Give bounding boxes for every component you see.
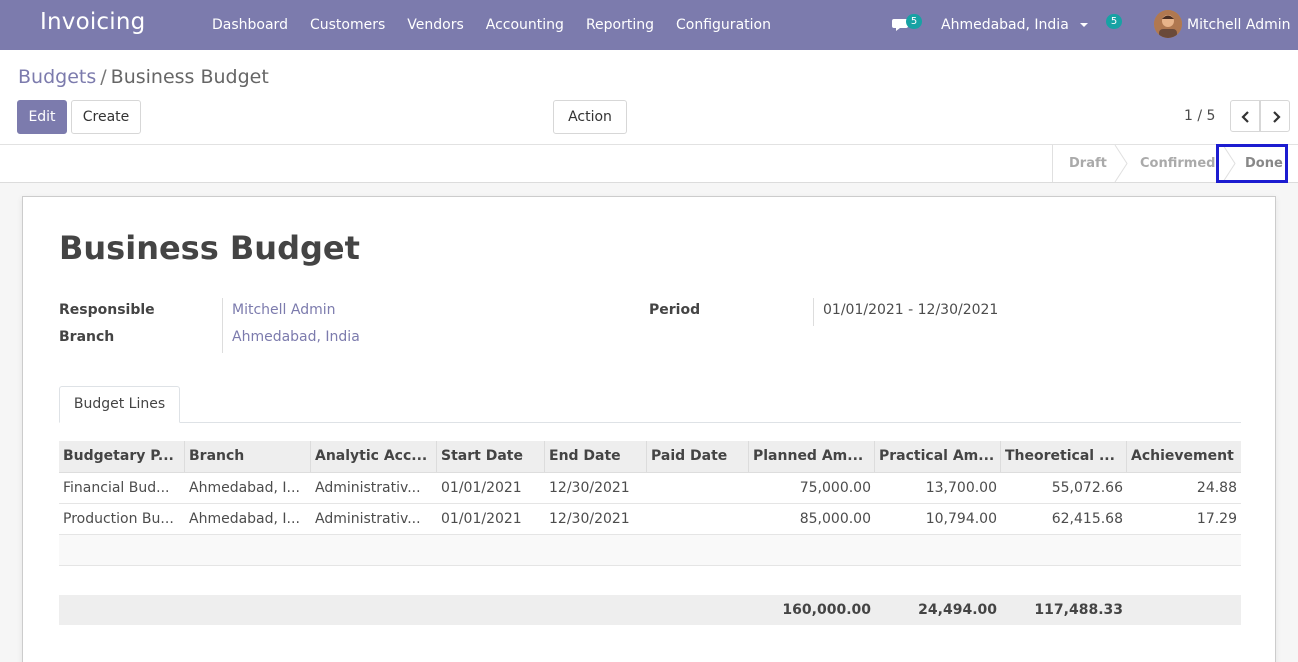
column-header-budgetary-position[interactable]: Budgetary P... — [59, 441, 185, 472]
cell-theoretical-amount: 62,415.68 — [1051, 511, 1123, 527]
stage-divider-icon — [1114, 145, 1128, 182]
status-bar: Draft Confirmed Done — [0, 145, 1298, 183]
app-title[interactable]: Invoicing — [40, 9, 145, 35]
edit-button[interactable]: Edit — [17, 100, 67, 134]
column-header-paid-date[interactable]: Paid Date — [647, 441, 749, 472]
period-label: Period — [649, 302, 701, 318]
table-header: Budgetary P... Branch Analytic Acc... St… — [59, 441, 1241, 473]
breadcrumb: Budgets / Business Budget — [18, 66, 269, 88]
total-practical-amount: 24,494.00 — [918, 602, 997, 618]
notebook-tabs: Budget Lines — [59, 386, 1241, 423]
cell-practical-amount: 10,794.00 — [925, 511, 997, 527]
pager-value[interactable]: 1 / 5 — [1184, 108, 1215, 124]
cell-start-date: 01/01/2021 — [441, 480, 522, 496]
cell-analytic-account: Administrativ... — [315, 511, 421, 527]
branch-label: Branch — [59, 329, 115, 345]
chevron-right-icon — [1273, 111, 1281, 123]
create-button[interactable]: Create — [71, 100, 141, 134]
cell-start-date: 01/01/2021 — [441, 511, 522, 527]
cell-branch: Ahmedabad, I... — [189, 480, 300, 496]
cell-paid-date — [647, 504, 749, 534]
column-header-end-date[interactable]: End Date — [545, 441, 647, 472]
chevron-left-icon — [1241, 111, 1249, 123]
column-header-achievement[interactable]: Achievement — [1127, 441, 1241, 472]
column-header-analytic-account[interactable]: Analytic Acc... — [311, 441, 437, 472]
stage-confirmed[interactable]: Confirmed — [1140, 145, 1215, 182]
breadcrumb-current: Business Budget — [110, 66, 269, 88]
activities-badge[interactable]: 5 — [1106, 14, 1122, 29]
company-switcher[interactable]: Ahmedabad, India — [941, 0, 1069, 50]
avatar[interactable] — [1154, 10, 1182, 38]
cell-achievement: 24.88 — [1196, 480, 1237, 496]
menu-dashboard[interactable]: Dashboard — [201, 0, 299, 50]
menu-reporting[interactable]: Reporting — [575, 0, 665, 50]
cell-budgetary-position: Production Bu... — [63, 511, 174, 527]
period-field: 01/01/2021 - 12/30/2021 — [823, 302, 999, 318]
pager-next-button[interactable] — [1260, 100, 1290, 132]
cell-planned-amount: 85,000.00 — [799, 511, 871, 527]
main-menu: Dashboard Customers Vendors Accounting R… — [201, 0, 782, 50]
column-header-planned-amount[interactable]: Planned Am... — [749, 441, 875, 472]
control-panel: Budgets / Business Budget Edit Create Acti… — [0, 50, 1298, 145]
empty-row — [59, 566, 1241, 597]
menu-customers[interactable]: Customers — [299, 0, 396, 50]
column-header-practical-amount[interactable]: Practical Am... — [875, 441, 1001, 472]
responsible-field[interactable]: Mitchell Admin — [232, 302, 336, 318]
empty-row — [59, 535, 1241, 566]
responsible-label: Responsible — [59, 302, 155, 318]
cell-budgetary-position: Financial Bud... — [63, 480, 170, 496]
chevron-down-icon[interactable] — [1080, 23, 1088, 27]
form-sheet: Business Budget Responsible Mitchell Adm… — [22, 196, 1276, 662]
cell-end-date: 12/30/2021 — [549, 480, 630, 496]
branch-field[interactable]: Ahmedabad, India — [232, 329, 360, 345]
field-divider — [813, 298, 814, 326]
status-stages: Draft Confirmed Done — [1052, 145, 1283, 182]
table-footer: 160,000.00 24,494.00 117,488.33 — [59, 595, 1241, 625]
total-planned-amount: 160,000.00 — [782, 602, 871, 618]
menu-configuration[interactable]: Configuration — [665, 0, 782, 50]
pager-previous-button[interactable] — [1230, 100, 1260, 132]
field-divider — [222, 298, 223, 353]
top-navbar: Invoicing Dashboard Customers Vendors Ac… — [0, 0, 1298, 50]
column-header-theoretical-amount[interactable]: Theoretical ... — [1001, 441, 1127, 472]
cell-achievement: 17.29 — [1196, 511, 1237, 527]
breadcrumb-separator: / — [100, 66, 107, 88]
table-row[interactable]: Production Bu... Ahmedabad, I... Adminis… — [59, 504, 1241, 535]
cell-branch: Ahmedabad, I... — [189, 511, 300, 527]
user-menu[interactable]: Mitchell Admin — [1187, 0, 1291, 50]
breadcrumb-budgets[interactable]: Budgets — [18, 66, 96, 88]
column-header-branch[interactable]: Branch — [185, 441, 311, 472]
cell-planned-amount: 75,000.00 — [799, 480, 871, 496]
cell-practical-amount: 13,700.00 — [925, 480, 997, 496]
table-row[interactable]: Financial Bud... Ahmedabad, I... Adminis… — [59, 473, 1241, 504]
column-header-start-date[interactable]: Start Date — [437, 441, 545, 472]
cell-analytic-account: Administrativ... — [315, 480, 421, 496]
messages-badge: 5 — [906, 14, 922, 29]
stage-draft[interactable]: Draft — [1069, 145, 1107, 182]
record-title: Business Budget — [59, 229, 360, 267]
cell-paid-date — [647, 473, 749, 503]
stage-done-highlight — [1216, 144, 1288, 183]
menu-vendors[interactable]: Vendors — [396, 0, 474, 50]
cell-theoretical-amount: 55,072.66 — [1051, 480, 1123, 496]
cell-end-date: 12/30/2021 — [549, 511, 630, 527]
action-button[interactable]: Action — [553, 100, 627, 134]
tab-budget-lines[interactable]: Budget Lines — [59, 386, 180, 423]
menu-accounting[interactable]: Accounting — [475, 0, 575, 50]
total-theoretical-amount: 117,488.33 — [1034, 602, 1123, 618]
